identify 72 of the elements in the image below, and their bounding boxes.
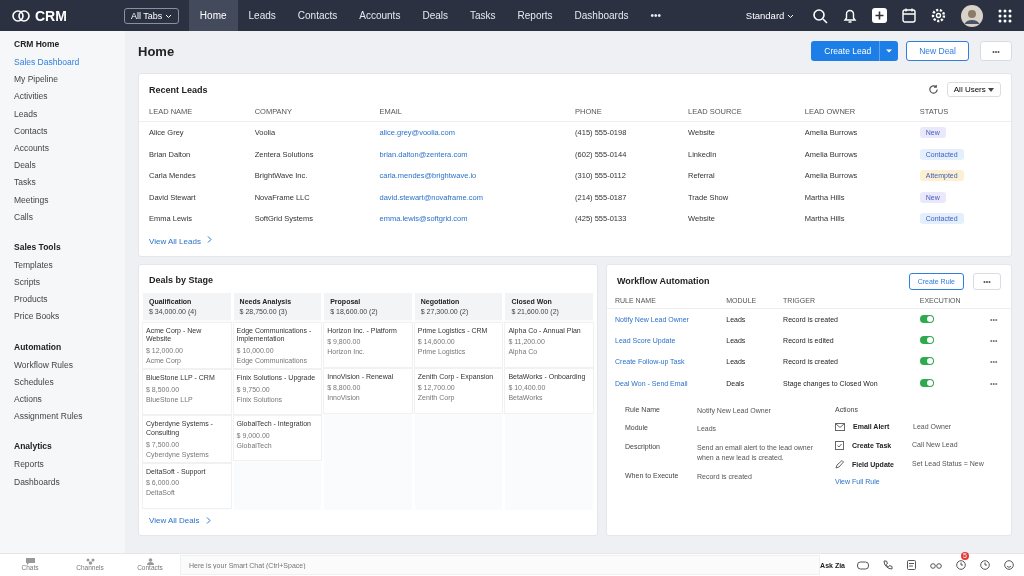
sidebar-item[interactable]: Sales Dashboard [14, 54, 125, 72]
sidebar-item[interactable]: Accounts [14, 139, 125, 158]
card-title: Recent Leads [149, 84, 208, 95]
nav-tab[interactable]: Tasks [459, 0, 507, 31]
caret-icon [988, 88, 994, 92]
search-icon[interactable] [812, 7, 828, 24]
toggle-switch[interactable] [919, 378, 934, 387]
caret-icon [164, 13, 172, 19]
view-all-deals-link[interactable]: View All Deals [149, 515, 200, 525]
calendar-icon[interactable] [902, 8, 916, 23]
checkbox-icon [835, 440, 844, 450]
smiley-icon[interactable] [1004, 560, 1014, 570]
view-all-leads-link[interactable]: View All Leads [149, 236, 201, 246]
envelope-icon [835, 422, 845, 431]
nav-tab[interactable]: Leads [237, 0, 287, 31]
toggle-switch[interactable] [919, 335, 934, 344]
sidebar-heading: Automation [14, 341, 63, 352]
sidebar-item[interactable]: Products [14, 291, 125, 309]
nav-tab[interactable]: Accounts [348, 0, 412, 31]
sidebar-heading: Analytics [14, 441, 53, 452]
group-icon [85, 558, 95, 566]
logo-icon [12, 9, 30, 22]
sidebar-item[interactable]: Scripts [14, 274, 125, 292]
reminder-icon[interactable] [956, 560, 966, 570]
sidebar-heading: Sales Tools [14, 241, 62, 252]
create-lead-button[interactable]: Create Lead [811, 41, 899, 61]
person-icon [145, 558, 155, 566]
sidebar-item[interactable]: Workflow Rules [14, 356, 125, 374]
sidebar-item[interactable]: My Pipeline [14, 71, 125, 89]
app-grid-icon[interactable] [998, 8, 1012, 23]
caret-icon [787, 14, 794, 19]
nav-tab[interactable]: Contacts [286, 0, 349, 31]
nav-tab[interactable]: Home [188, 0, 238, 31]
nav-tab[interactable]: Reports [506, 0, 564, 31]
refresh-icon[interactable] [927, 84, 939, 95]
sidebar-item[interactable]: Activities [14, 88, 125, 106]
new-deal-button[interactable]: New Deal [906, 41, 969, 61]
card-title: Deals by Stage [148, 273, 215, 287]
avatar-icon[interactable] [961, 4, 983, 27]
card-title: Workflow Automation [617, 276, 710, 286]
more-tabs-button[interactable]: ••• [639, 0, 672, 31]
clock-icon[interactable] [980, 560, 990, 570]
sidebar-item[interactable]: Dashboards [14, 473, 125, 491]
sidebar-item[interactable]: Reports [14, 456, 125, 474]
toggle-switch[interactable] [919, 314, 934, 323]
sidebar-item[interactable]: Contacts [14, 122, 125, 140]
page-title: Home [138, 43, 175, 59]
app-logo: CRM [35, 7, 67, 24]
note-icon[interactable] [907, 560, 916, 570]
sidebar-item[interactable]: Assignment Rules [14, 408, 125, 426]
settings-icon[interactable] [931, 8, 946, 23]
chat-bubble-icon [25, 558, 35, 566]
sidebar-item[interactable]: Price Books [14, 308, 125, 326]
toggle-switch[interactable] [919, 357, 934, 366]
sidebar-item[interactable]: Deals [14, 157, 125, 175]
all-tabs-dropdown[interactable]: All Tabs [124, 7, 179, 24]
users-filter-dropdown[interactable]: All Users [946, 82, 1001, 97]
sidebar-heading: CRM Home [14, 39, 61, 49]
bell-icon[interactable] [843, 7, 857, 24]
phone-icon[interactable] [883, 560, 893, 570]
sidebar-item[interactable]: Actions [14, 391, 125, 409]
nav-tab[interactable]: Deals [411, 0, 459, 31]
sidebar-item[interactable]: Tasks [14, 174, 125, 192]
sidebar-item[interactable]: Meetings [14, 191, 125, 209]
sidebar-item[interactable]: Leads [14, 105, 125, 123]
sidebar-item[interactable]: Calls [14, 208, 125, 226]
add-icon[interactable] [872, 8, 887, 23]
nav-tab[interactable]: Dashboards [563, 0, 640, 31]
sidebar-item[interactable]: Templates [14, 256, 125, 275]
sidebar-item[interactable]: Schedules [14, 373, 125, 391]
view-selector[interactable]: Standard [745, 10, 794, 21]
pencil-icon [835, 459, 844, 469]
